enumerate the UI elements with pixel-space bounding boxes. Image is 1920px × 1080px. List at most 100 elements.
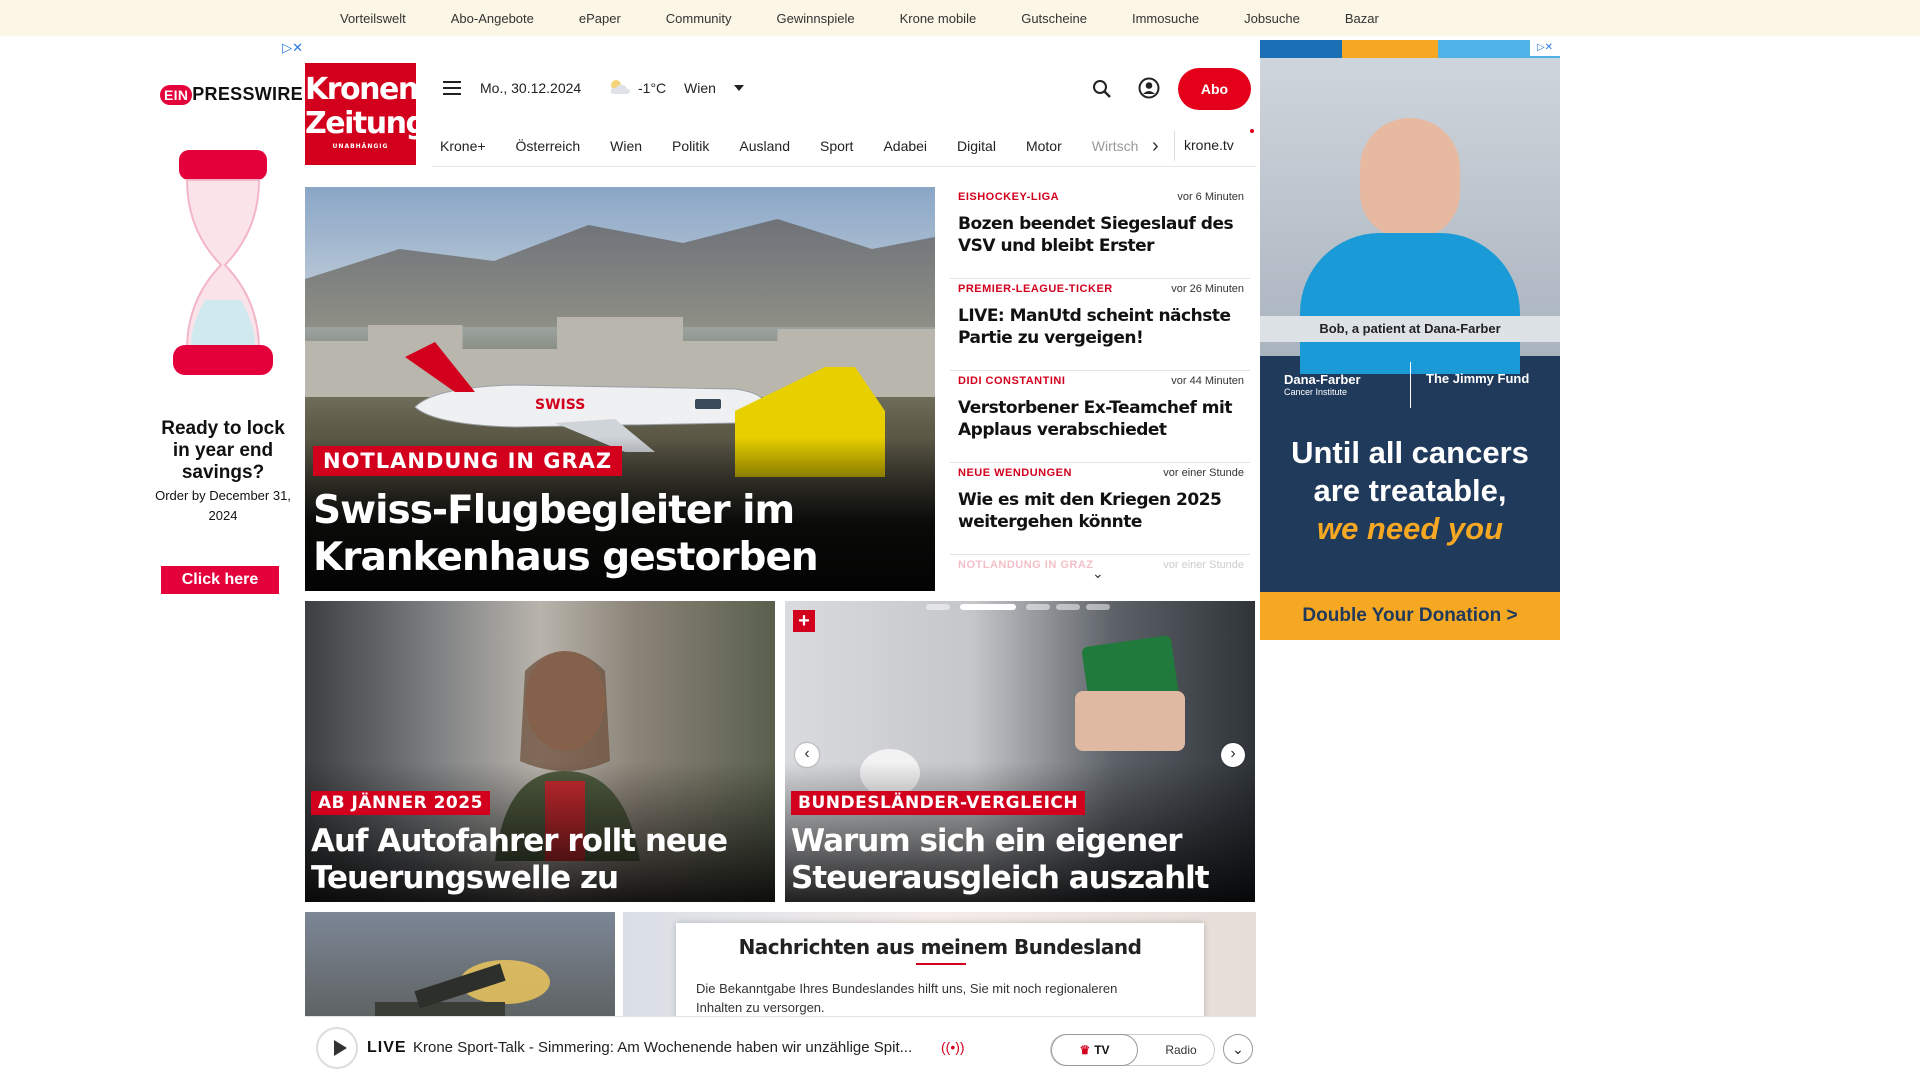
ad-brand-logo: EIN PRESSWIRE	[160, 84, 303, 105]
hero-article[interactable]: SWISS NOTLANDUNG IN GRAZ Swiss-Flugbegle…	[305, 187, 935, 591]
ad-photo-person	[1360, 118, 1460, 238]
ad-logo-divider	[1410, 362, 1411, 408]
list-item[interactable]: EISHOCKEY-LIGA vor 6 Minuten Bozen beend…	[950, 187, 1250, 279]
list-item[interactable]: DIDI CONSTANTINI vor 44 Minuten Verstorb…	[950, 371, 1250, 463]
tv-toggle-button[interactable]: ♛ TV	[1051, 1034, 1138, 1066]
news-time: vor 26 Minuten	[1171, 283, 1244, 295]
nav-item-sport[interactable]: Sport	[820, 138, 853, 154]
top-link-gutscheine[interactable]: Gutscheine	[1021, 11, 1087, 26]
logo-line-2: Zeitung	[305, 106, 427, 141]
news-headline[interactable]: Wie es mit den Kriegen 2025 weitergehen …	[958, 489, 1240, 533]
live-player-bar: LIVE Krone Sport-Talk - Simmering: Am Wo…	[305, 1016, 1256, 1080]
player-expand-chevron-icon[interactable]: ⌄	[1223, 1034, 1253, 1064]
main-navigation: Krone+ Österreich Wien Politik Ausland S…	[432, 125, 1256, 167]
carousel-dot[interactable]	[1056, 604, 1080, 610]
abo-button[interactable]: Abo	[1178, 68, 1251, 110]
carousel-dot-active[interactable]	[960, 604, 1016, 610]
ad-caption: Bob, a patient at Dana-Farber	[1260, 316, 1560, 342]
news-headline[interactable]: Verstorbener Ex-Teamchef mit Applaus ver…	[958, 397, 1240, 441]
nav-item-krone-tv[interactable]: krone.tv	[1184, 137, 1234, 153]
top-link-bazar[interactable]: Bazar	[1345, 11, 1379, 26]
city-selector[interactable]: Wien	[684, 80, 716, 96]
nav-item-motor[interactable]: Motor	[1026, 138, 1062, 154]
list-item[interactable]: NEUE WENDUNGEN vor einer Stunde Wie es m…	[950, 463, 1250, 555]
plane-livery-text: SWISS	[535, 397, 585, 413]
nav-item-krone-plus[interactable]: Krone+	[440, 138, 486, 154]
nav-item-digital[interactable]: Digital	[957, 138, 996, 154]
top-link-jobsuche[interactable]: Jobsuche	[1244, 11, 1300, 26]
top-link-abo-angebote[interactable]: Abo-Angebote	[451, 11, 534, 26]
nav-item-wien[interactable]: Wien	[610, 138, 642, 154]
menu-icon[interactable]	[443, 81, 461, 95]
play-icon[interactable]	[316, 1027, 358, 1069]
show-more-chevron-icon[interactable]: ⌄	[1092, 565, 1104, 582]
chevron-down-icon[interactable]	[734, 85, 744, 91]
ad-big-headline: Until all cancers are treatable, we need …	[1291, 435, 1529, 546]
logo-tagline: UNABHÄNGIG	[332, 143, 389, 150]
krone-logo[interactable]: Kronen Zeitung UNABHÄNGIG	[305, 63, 427, 165]
news-headline[interactable]: LIVE: ManUtd scheint nächste Partie zu v…	[958, 305, 1240, 349]
ad-choices-icon[interactable]: ▷✕	[1530, 40, 1560, 56]
right-ad-banner[interactable]: ▷✕ Bob, a patient at Dana-Farber Dana-Fa…	[1260, 40, 1560, 640]
ad-stripe	[1260, 40, 1342, 58]
nav-item-wirtschaft[interactable]: Wirtsch	[1092, 138, 1139, 154]
hero-kicker: NOTLANDUNG IN GRAZ	[313, 446, 623, 476]
ad-click-here-button[interactable]: Click here	[161, 566, 279, 594]
nav-scroll-right-icon[interactable]: ›	[1152, 135, 1159, 158]
card-kicker: BUNDESLÄNDER-VERGLEICH	[791, 791, 1086, 815]
news-category: NEUE WENDUNGEN	[958, 467, 1072, 479]
nav-item-politik[interactable]: Politik	[672, 138, 709, 154]
list-item[interactable]: PREMIER-LEAGUE-TICKER vor 26 Minuten LIV…	[950, 279, 1250, 371]
news-ticker-list: EISHOCKEY-LIGA vor 6 Minuten Bozen beend…	[950, 187, 1250, 595]
live-stream-title[interactable]: Krone Sport-Talk - Simmering: Am Wochene…	[413, 1039, 938, 1056]
current-date: Mo., 30.12.2024	[480, 80, 582, 96]
crown-icon: ♛	[1079, 1043, 1091, 1057]
card-kicker: AB JÄNNER 2025	[311, 791, 490, 815]
nav-item-ausland[interactable]: Ausland	[739, 138, 790, 154]
top-link-krone-mobile[interactable]: Krone mobile	[900, 11, 977, 26]
top-link-gewinnspiele[interactable]: Gewinnspiele	[777, 11, 855, 26]
news-headline[interactable]: Bozen beendet Siegeslauf des VSV und ble…	[958, 213, 1240, 257]
bundesland-underline	[916, 963, 966, 965]
ad-close-icon[interactable]: ▷✕	[282, 40, 303, 56]
top-link-epaper[interactable]: ePaper	[579, 11, 621, 26]
top-link-vorteilswelt[interactable]: Vorteilswelt	[340, 11, 406, 26]
news-category: DIDI CONSTANTINI	[958, 375, 1066, 387]
news-time: vor 44 Minuten	[1171, 375, 1244, 387]
card-in-hand-illustration	[1075, 635, 1185, 751]
news-category: NOTLANDUNG IN GRAZ	[958, 559, 1094, 571]
carousel-dots	[926, 604, 1116, 612]
nav-item-oesterreich[interactable]: Österreich	[516, 138, 581, 154]
bundesland-text: Die Bekanntgabe Ihres Bundeslandes hilft…	[696, 981, 1118, 1015]
krone-plus-badge: +	[793, 610, 815, 632]
carousel-prev-icon[interactable]: ‹	[795, 743, 819, 767]
carousel-next-icon[interactable]: ›	[1221, 743, 1245, 767]
top-link-immosuche[interactable]: Immosuche	[1132, 11, 1199, 26]
search-icon[interactable]	[1092, 79, 1112, 99]
article-card-tax-refund[interactable]: + BUNDESLÄNDER-VERGLEICH Warum sich ein …	[785, 601, 1255, 902]
nav-item-adabei[interactable]: Adabei	[883, 138, 927, 154]
news-category: PREMIER-LEAGUE-TICKER	[958, 283, 1113, 295]
carousel-dot[interactable]	[1026, 604, 1050, 610]
tv-radio-toggle: ♛ TV Radio	[1050, 1034, 1215, 1066]
left-ad-banner[interactable]: ▷✕ EIN PRESSWIRE Ready to lock in year en…	[143, 40, 303, 640]
bundesland-title: Nachrichten aus meinem Bundesland	[738, 935, 1142, 959]
hero-title[interactable]: Swiss-Flugbegleiter im Krankenhaus gesto…	[313, 487, 913, 581]
top-link-community[interactable]: Community	[666, 11, 732, 26]
news-category: EISHOCKEY-LIGA	[958, 191, 1060, 203]
card-title[interactable]: Auf Autofahrer rollt neue Teuerungswelle…	[311, 823, 761, 897]
card-title[interactable]: Warum sich ein eigener Steuerausgleich a…	[791, 823, 1241, 897]
live-label: LIVE	[367, 1039, 407, 1056]
broadcast-icon: ((•))	[941, 1039, 965, 1055]
article-card-fuel-prices[interactable]: AB JÄNNER 2025 Auf Autofahrer rollt neue…	[305, 601, 775, 902]
jimmy-fund-logo: The Jimmy Fund	[1426, 371, 1530, 386]
ad-stripe	[1342, 40, 1438, 58]
double-donation-button[interactable]: Double Your Donation >	[1260, 592, 1560, 640]
radio-toggle-button[interactable]: Radio	[1151, 1035, 1211, 1065]
logo-line-1: Kronen	[305, 72, 419, 107]
carousel-dot[interactable]	[926, 604, 950, 610]
news-time: vor einer Stunde	[1163, 559, 1244, 571]
ad-subtext: Order by December 31, 2024	[155, 488, 291, 523]
carousel-dot[interactable]	[1086, 604, 1110, 610]
user-account-icon[interactable]	[1138, 77, 1160, 99]
